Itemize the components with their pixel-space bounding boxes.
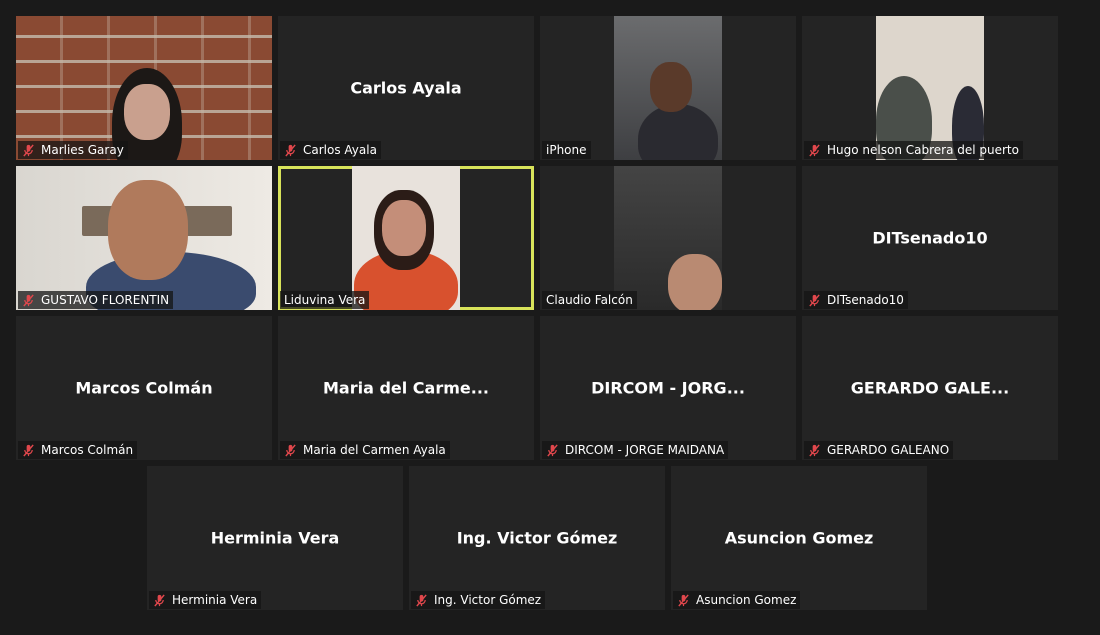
microphone-muted-icon [808,294,821,307]
participant-name-label: Carlos Ayala [280,141,381,159]
participant-name-label: Liduvina Vera [280,291,370,309]
participant-name: Carlos Ayala [303,143,377,157]
participant-tile-dircom-jorge[interactable]: DIRCOM - JORG... DIRCOM - JORGE MAIDANA [540,316,796,460]
participant-face [108,180,188,280]
microphone-muted-icon [284,444,297,457]
participant-display-name: DIRCOM - JORG... [591,378,745,398]
microphone-muted-icon [808,444,821,457]
participant-tile-maria-del-carmen[interactable]: Maria del Carme... Maria del Carmen Ayal… [278,316,534,460]
participant-display-name: Marcos Colmán [75,378,213,398]
participant-name: Claudio Falcón [546,293,633,307]
microphone-muted-icon [546,444,559,457]
participant-name-label: Maria del Carmen Ayala [280,441,450,459]
participant-name-label: Asuncion Gomez [673,591,801,609]
participant-name: DITsenado10 [827,293,904,307]
participant-tile-asuncion-gomez[interactable]: Asuncion Gomez Asuncion Gomez [671,466,927,610]
participant-name: Herminia Vera [172,593,258,607]
participant-display-name: Ing. Victor Gómez [456,528,618,548]
participant-name: GERARDO GALEANO [827,443,950,457]
participant-name: iPhone [546,143,587,157]
participant-name-label: GUSTAVO FLORENTIN [18,291,174,309]
microphone-muted-icon [153,594,166,607]
participant-display-name: Herminia Vera [210,528,340,548]
participant-display-name: Maria del Carme... [322,378,489,398]
participant-display-name: GERARDO GALE... [850,378,1010,398]
participant-name: Liduvina Vera [284,293,366,307]
participant-name: Ing. Victor Gómez [434,593,542,607]
participant-name-label: Herminia Vera [149,591,262,609]
participant-name: Marlies Garay [41,143,124,157]
participant-name: Asuncion Gomez [696,593,797,607]
participant-name-label: Hugo nelson Cabrera del puerto [804,141,1023,159]
participant-tile-iphone[interactable]: iPhone [540,16,796,160]
participant-face [124,84,170,140]
microphone-muted-icon [22,444,35,457]
participant-tile-hugo-nelson[interactable]: Hugo nelson Cabrera del puerto [802,16,1058,160]
participant-name-label: DITsenado10 [804,291,908,309]
participant-face [650,62,692,112]
participant-tile-claudio-falcon[interactable]: Claudio Falcón [540,166,796,310]
participant-name-label: Ing. Victor Gómez [411,591,546,609]
participant-name-label: Claudio Falcón [542,291,637,309]
participant-name: GUSTAVO FLORENTIN [41,293,170,307]
participant-name-label: GERARDO GALEANO [804,441,954,459]
microphone-muted-icon [415,594,428,607]
participant-display-name: DITsenado10 [872,228,988,248]
participant-tile-marlies-garay[interactable]: Marlies Garay [16,16,272,160]
participant-name: Marcos Colmán [41,443,134,457]
participant-name: Hugo nelson Cabrera del puerto [827,143,1019,157]
participant-tile-victor-gomez[interactable]: Ing. Victor Gómez Ing. Victor Gómez [409,466,665,610]
participant-tile-carlos-ayala[interactable]: Carlos Ayala Carlos Ayala [278,16,534,160]
participant-name-label: iPhone [542,141,591,159]
participant-name-label: Marlies Garay [18,141,128,159]
microphone-muted-icon [22,294,35,307]
microphone-muted-icon [284,144,297,157]
microphone-muted-icon [677,594,690,607]
participant-tile-gustavo-florentin[interactable]: GUSTAVO FLORENTIN [16,166,272,310]
participant-name: Maria del Carmen Ayala [303,443,446,457]
participant-display-name: Carlos Ayala [350,78,462,98]
participant-tile-gerardo-galeano[interactable]: GERARDO GALE... GERARDO GALEANO [802,316,1058,460]
participant-face [382,200,426,256]
microphone-muted-icon [808,144,821,157]
participant-name-label: Marcos Colmán [18,441,138,459]
microphone-muted-icon [22,144,35,157]
participant-tile-herminia-vera[interactable]: Herminia Vera Herminia Vera [147,466,403,610]
participant-tile-marcos-colman[interactable]: Marcos Colmán Marcos Colmán [16,316,272,460]
participant-tile-ditsenado10[interactable]: DITsenado10 DITsenado10 [802,166,1058,310]
participant-name-label: DIRCOM - JORGE MAIDANA [542,441,729,459]
participant-tile-liduvina-vera-active-speaker[interactable]: Liduvina Vera [278,166,534,310]
participant-display-name: Asuncion Gomez [724,528,874,548]
video-grid: Marlies Garay Carlos Ayala Carlos Ayala … [0,0,1100,635]
participant-name: DIRCOM - JORGE MAIDANA [565,443,725,457]
participant-face [668,254,722,310]
